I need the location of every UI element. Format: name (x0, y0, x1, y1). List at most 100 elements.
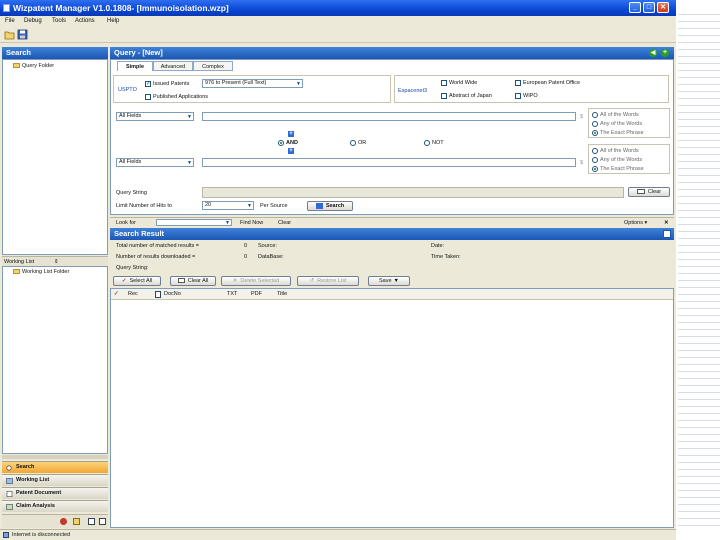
nav-claim-analysis-label: Claim Analysis (16, 503, 55, 509)
network-icon (3, 532, 9, 538)
look-for-label: Look for (116, 220, 136, 226)
search-button[interactable]: Search (307, 201, 353, 211)
menu-actions[interactable]: Actions (75, 17, 95, 26)
restore-list-button[interactable]: ↺ Restore List (297, 276, 359, 286)
title-bar[interactable]: Wizpatent Manager V1.0.1808- [Immunoisol… (0, 0, 676, 16)
col-rec[interactable]: Rec (128, 290, 138, 298)
delete-selected-button[interactable]: ✕ Delete Selected (221, 276, 291, 286)
filter-icon[interactable] (73, 518, 80, 525)
clear-all-button[interactable]: Clear All (170, 276, 216, 286)
menu-tools[interactable]: Tools (52, 17, 66, 26)
issued-range-select[interactable]: 976 to Present (Full Text) ▼ (202, 79, 303, 88)
field1-options-icon[interactable]: $ (580, 113, 583, 121)
working-list-tree: Working List Folder (2, 266, 108, 454)
not-radio[interactable] (424, 140, 430, 146)
export-icon[interactable] (88, 518, 95, 525)
find-clear-button[interactable]: Clear (278, 219, 291, 227)
field2-options-icon[interactable]: $ (580, 159, 583, 167)
select-all-label: Select All (129, 278, 153, 284)
save-results-label: Save (379, 278, 392, 284)
add-row-icon[interactable]: + (288, 131, 294, 137)
maximize-results-icon[interactable] (663, 230, 671, 238)
tab-complex[interactable]: Complex (193, 61, 233, 71)
and-radio[interactable] (278, 140, 284, 146)
epo-checkbox[interactable] (515, 80, 521, 86)
wipo-checkbox[interactable] (515, 93, 521, 99)
add-icon[interactable]: + (661, 49, 669, 57)
search-nav-icon (6, 465, 12, 471)
exact-phrase-radio-1[interactable] (592, 130, 598, 136)
select-all-button[interactable]: ✓ Select All (113, 276, 161, 286)
any-words-radio-1[interactable] (592, 121, 598, 127)
back-icon[interactable]: ◀ (649, 49, 657, 57)
all-words-radio-1[interactable] (592, 112, 598, 118)
or-label: OR (358, 140, 367, 146)
field2-value: All Fields (119, 159, 142, 165)
date-label: Date: (431, 243, 445, 249)
menu-file[interactable]: File (5, 17, 15, 26)
col-txt[interactable]: TXT (227, 290, 237, 298)
working-list-folder-item[interactable]: Working List Folder (13, 268, 69, 276)
any-words-label-2: Any of the Words (600, 157, 643, 163)
checkmark-icon: ✓ (121, 278, 127, 284)
field1-select[interactable]: All Fields ▼ (116, 112, 194, 121)
options-label: Options (624, 220, 643, 226)
issued-patents-checkbox[interactable]: ✓ (145, 81, 151, 87)
limit-select[interactable]: 20 ▼ (202, 201, 254, 210)
col-docno[interactable]: DocNo (164, 290, 181, 298)
document-nav-icon (6, 491, 13, 497)
nav-patent-document[interactable]: Patent Document (2, 487, 108, 499)
abstract-japan-checkbox[interactable] (441, 93, 447, 99)
find-now-button[interactable]: Find Now (240, 219, 263, 227)
close-find-icon[interactable]: ✕ (664, 219, 669, 227)
nav-working-list[interactable]: Working List (2, 474, 108, 486)
world-wide-checkbox[interactable] (441, 80, 447, 86)
nav-search[interactable]: Search (2, 461, 108, 473)
app-window: Wizpatent Manager V1.0.1808- [Immunoisol… (0, 0, 676, 540)
field2-select[interactable]: All Fields ▼ (116, 158, 194, 167)
tab-simple[interactable]: Simple (117, 61, 153, 71)
look-for-input[interactable]: ▼ (156, 219, 232, 226)
add-row-icon-2[interactable]: + (288, 148, 294, 154)
working-list-folder-label: Working List Folder (22, 269, 70, 275)
save-results-button[interactable]: Save ▼ (368, 276, 410, 286)
more-icon[interactable] (99, 518, 106, 525)
working-list-header: Working List ⇕ (2, 256, 108, 266)
col-title[interactable]: Title (277, 290, 287, 298)
splitter[interactable] (2, 455, 108, 459)
exact-phrase-radio-2[interactable] (592, 166, 598, 172)
any-words-radio-2[interactable] (592, 157, 598, 163)
all-words-label-1: All of the Words (600, 112, 639, 118)
limit-value: 20 (205, 202, 212, 208)
find-bar: Look for ▼ Find Now Clear Options ▾ ✕ (110, 217, 674, 227)
clear-query-button[interactable]: Clear (628, 187, 670, 197)
record-icon[interactable] (60, 518, 67, 525)
source-label: Source: (258, 243, 277, 249)
menu-help[interactable]: Help (107, 17, 119, 26)
close-button[interactable]: ✕ (657, 2, 669, 13)
published-apps-checkbox[interactable] (145, 94, 151, 100)
query-string-field[interactable] (202, 187, 624, 198)
chevron-down-icon: ▼ (296, 81, 301, 87)
term2-input[interactable] (202, 158, 576, 167)
save-icon[interactable] (17, 29, 28, 40)
epo-label: European Patent Office (523, 80, 581, 86)
published-apps-label: Published Applications (153, 94, 209, 100)
tab-advanced[interactable]: Advanced (153, 61, 193, 71)
all-words-radio-2[interactable] (592, 148, 598, 154)
menu-debug[interactable]: Debug (24, 17, 42, 26)
term1-input[interactable] (202, 112, 576, 121)
or-radio[interactable] (350, 140, 356, 146)
minimize-button[interactable]: _ (629, 2, 641, 13)
pin-icon[interactable]: ⇕ (54, 258, 59, 266)
open-icon[interactable] (4, 29, 15, 40)
nav-patent-document-label: Patent Document (16, 490, 62, 496)
options-button[interactable]: Options ▾ (624, 219, 647, 227)
col-pdf[interactable]: PDF (251, 290, 262, 298)
toolbar (0, 27, 676, 43)
maximize-button[interactable]: □ (643, 2, 655, 13)
query-folder-item[interactable]: Query Folder (13, 62, 54, 70)
chevron-down-icon: ▼ (187, 114, 192, 120)
nav-claim-analysis[interactable]: Claim Analysis (2, 500, 108, 512)
select-column-icon[interactable]: ✓ (114, 290, 119, 298)
